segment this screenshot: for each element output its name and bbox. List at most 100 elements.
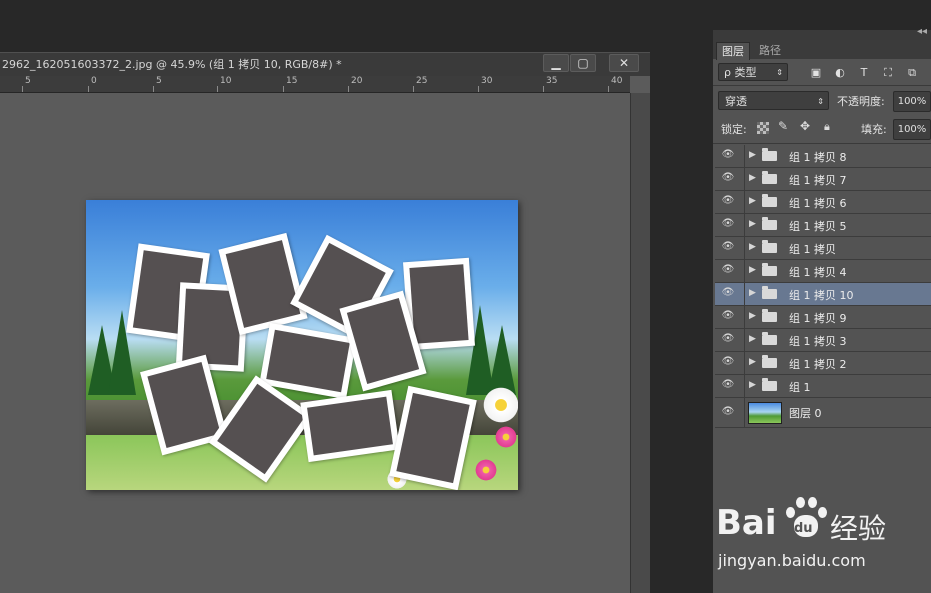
chevron-updown-icon: ⇕ xyxy=(776,68,783,77)
shape-filter-icon[interactable]: ⛶ xyxy=(881,66,895,80)
visibility-eye-icon[interactable]: 👁︎ xyxy=(721,242,735,252)
layer-name: 组 1 拷贝 5 xyxy=(789,220,847,233)
layer-row[interactable]: 👁︎ ▶ 组 1 拷贝 6 xyxy=(715,191,931,214)
lock-position-move-icon[interactable]: ✥ xyxy=(800,119,810,133)
document-title: 2962_162051603372_2.jpg @ 45.9% (组 1 拷贝 … xyxy=(2,58,342,71)
tab-paths[interactable]: 路径 xyxy=(754,42,786,59)
expand-arrow-icon[interactable]: ▶ xyxy=(749,242,756,252)
tab-layers[interactable]: 图层 xyxy=(716,42,750,60)
layer-name: 组 1 拷贝 4 xyxy=(789,266,847,279)
folder-icon xyxy=(762,378,777,391)
blend-mode-select[interactable]: 穿透 ⇕ xyxy=(718,91,829,110)
daisy-graphic xyxy=(481,385,518,425)
folder-icon xyxy=(762,240,777,253)
fill-label: 填充: xyxy=(861,123,887,136)
visibility-eye-icon[interactable]: 👁︎ xyxy=(721,150,735,160)
watermark-brand-suffix: du xyxy=(794,521,813,536)
layer-row[interactable]: 👁︎ ▶ 组 1 拷贝 5 xyxy=(715,214,931,237)
opacity-input[interactable]: 100% xyxy=(893,91,931,112)
folder-icon xyxy=(762,194,777,207)
layer-name: 组 1 拷贝 7 xyxy=(789,174,847,187)
close-button[interactable]: ✕ xyxy=(609,54,639,72)
expand-arrow-icon[interactable]: ▶ xyxy=(749,150,756,160)
visibility-eye-icon[interactable]: 👁︎ xyxy=(721,173,735,183)
layer-name: 组 1 拷贝 3 xyxy=(789,335,847,348)
restore-button[interactable]: ▢ xyxy=(570,54,596,72)
layer-row[interactable]: 👁︎ 图层 0 xyxy=(715,398,931,428)
layer-name: 组 1 拷贝 xyxy=(789,243,836,256)
layer-row[interactable]: 👁︎ ▶ 组 1 拷贝 8 xyxy=(715,145,931,168)
filter-kind-label: ρ 类型 xyxy=(724,66,757,79)
visibility-eye-icon[interactable]: 👁︎ xyxy=(721,288,735,298)
expand-arrow-icon[interactable]: ▶ xyxy=(749,265,756,275)
smart-object-filter-icon[interactable]: ⧉ xyxy=(905,66,919,80)
expand-arrow-icon[interactable]: ▶ xyxy=(749,380,756,390)
layer-row[interactable]: 👁︎ ▶ 组 1 拷贝 3 xyxy=(715,329,931,352)
vertical-scrollbar[interactable] xyxy=(630,93,651,593)
image-filter-icon[interactable]: ▣ xyxy=(809,66,823,80)
visibility-eye-icon[interactable]: 👁︎ xyxy=(721,334,735,344)
blend-mode-value: 穿透 xyxy=(725,95,747,108)
expand-arrow-icon[interactable]: ▶ xyxy=(749,357,756,367)
adjustment-filter-icon[interactable]: ◐ xyxy=(833,66,847,80)
layer-row[interactable]: 👁︎ ▶ 组 1 拷贝 2 xyxy=(715,352,931,375)
expand-arrow-icon[interactable]: ▶ xyxy=(749,219,756,229)
pink-flower-graphic xyxy=(474,458,498,482)
folder-icon xyxy=(762,217,777,230)
type-filter-icon[interactable]: T xyxy=(857,66,871,80)
layer-row[interactable]: 👁︎ ▶ 组 1 xyxy=(715,375,931,398)
lock-label: 锁定: xyxy=(721,123,747,136)
visibility-eye-icon[interactable]: 👁︎ xyxy=(721,357,735,367)
visibility-eye-icon[interactable]: 👁︎ xyxy=(721,196,735,206)
visibility-eye-icon[interactable]: 👁︎ xyxy=(721,311,735,321)
layer-name: 组 1 拷贝 9 xyxy=(789,312,847,325)
expand-arrow-icon[interactable]: ▶ xyxy=(749,173,756,183)
folder-icon xyxy=(762,286,777,299)
filter-kind-select[interactable]: ρ 类型 ⇕ xyxy=(718,63,788,81)
pink-flower-graphic xyxy=(494,425,518,449)
expand-arrow-icon[interactable]: ▶ xyxy=(749,334,756,344)
layer-row[interactable]: 👁︎ ▶ 组 1 拷贝 xyxy=(715,237,931,260)
layer-name: 组 1 拷贝 6 xyxy=(789,197,847,210)
layer-row-selected[interactable]: 👁︎ ▶ 组 1 拷贝 10 xyxy=(715,283,931,306)
folder-icon xyxy=(762,148,777,161)
watermark-url: jingyan.baidu.com xyxy=(718,551,866,570)
folder-icon xyxy=(762,171,777,184)
visibility-eye-icon[interactable]: 👁︎ xyxy=(721,265,735,275)
expand-arrow-icon[interactable]: ▶ xyxy=(749,288,756,298)
watermark-product: 经验 xyxy=(830,512,887,545)
baidu-jingyan-watermark: Bai du 经验 jingyan.baidu.com xyxy=(716,495,926,575)
folder-icon xyxy=(762,263,777,276)
expand-arrow-icon[interactable]: ▶ xyxy=(749,311,756,321)
layer-row[interactable]: 👁︎ ▶ 组 1 拷贝 9 xyxy=(715,306,931,329)
divider xyxy=(713,85,931,86)
chevron-updown-icon: ⇕ xyxy=(817,97,824,106)
folder-icon xyxy=(762,355,777,368)
lock-pixels-brush-icon[interactable]: ✎ xyxy=(778,119,788,133)
folder-icon xyxy=(762,332,777,345)
layer-row[interactable]: 👁︎ ▶ 组 1 拷贝 7 xyxy=(715,168,931,191)
watermark-brand: Bai xyxy=(716,503,777,543)
lock-transparency-icon[interactable] xyxy=(757,122,769,134)
layer-name: 组 1 拷贝 10 xyxy=(789,289,854,302)
layer-name: 组 1 拷贝 8 xyxy=(789,151,847,164)
fill-input[interactable]: 100% xyxy=(893,119,931,140)
opacity-label: 不透明度: xyxy=(837,95,885,108)
horizontal-ruler[interactable]: 5 0 5 10 15 20 25 30 35 40 xyxy=(0,76,630,93)
visibility-eye-icon[interactable]: 👁︎ xyxy=(721,407,735,417)
divider xyxy=(713,143,931,144)
layer-row[interactable]: 👁︎ ▶ 组 1 拷贝 4 xyxy=(715,260,931,283)
collapse-icon[interactable]: ◂◂ xyxy=(917,26,927,37)
canvas-image[interactable] xyxy=(86,200,518,490)
visibility-eye-icon[interactable]: 👁︎ xyxy=(721,380,735,390)
layer-name: 图层 0 xyxy=(789,407,822,420)
visibility-eye-icon[interactable]: 👁︎ xyxy=(721,219,735,229)
panel-collapse-bar[interactable]: ◂◂ xyxy=(713,26,931,40)
lock-all-icon[interactable]: 🔒︎ xyxy=(824,120,830,134)
layer-name: 组 1 xyxy=(789,381,811,394)
layer-thumbnail xyxy=(748,402,782,424)
expand-arrow-icon[interactable]: ▶ xyxy=(749,196,756,206)
photo-frame[interactable] xyxy=(300,389,400,463)
minimize-button[interactable]: ▁ xyxy=(543,54,569,72)
folder-icon xyxy=(762,309,777,322)
